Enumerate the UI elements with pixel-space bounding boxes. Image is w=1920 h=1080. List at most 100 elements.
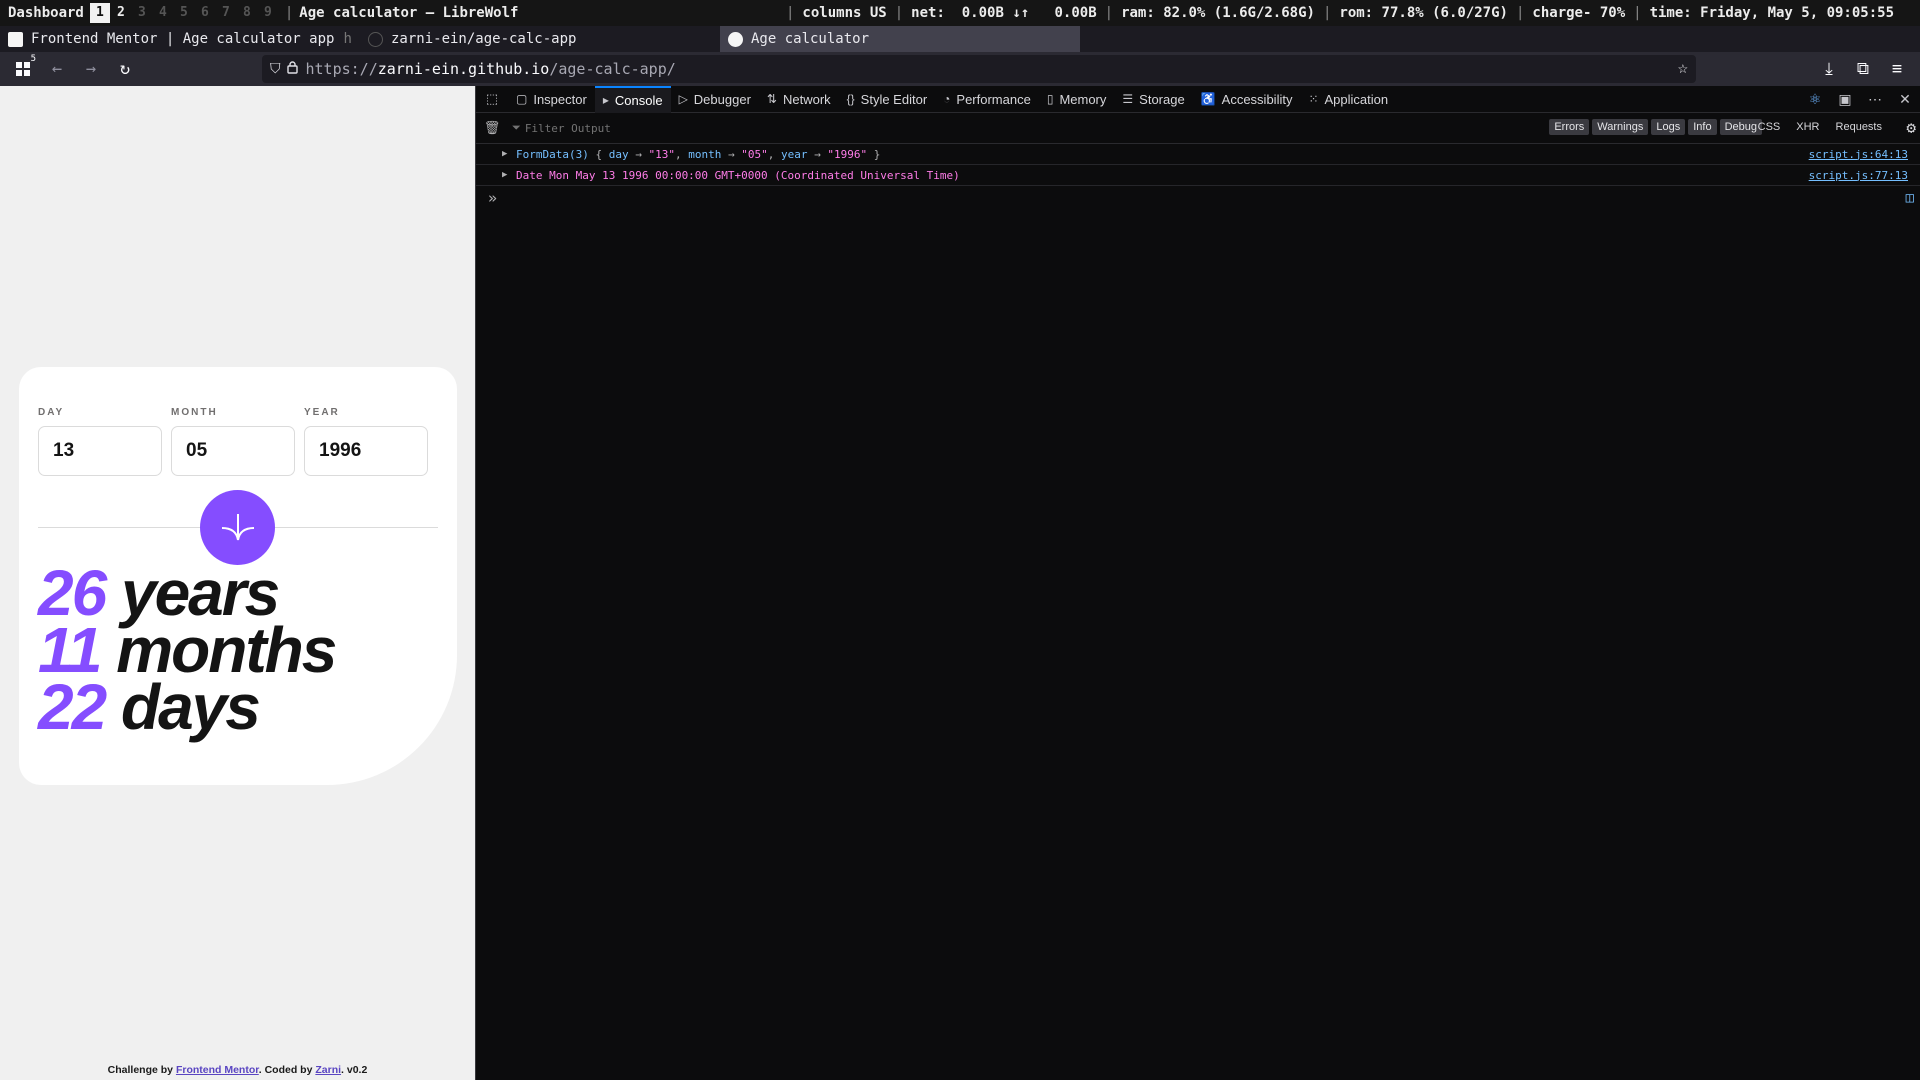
url-bar[interactable]: ⛉ https://zarni-ein.github.io/age-calc-a… [262, 55, 1696, 83]
tab-title: Frontend Mentor | Age calculator app [31, 31, 335, 47]
level-info[interactable]: Info [1688, 119, 1717, 135]
inspector-icon: ▢ [516, 92, 528, 106]
separator: | [284, 5, 294, 21]
downloads-button[interactable]: ⤓ [1812, 52, 1846, 86]
tab-frontend-mentor[interactable]: Frontend Mentor | Age calculator app h [0, 26, 360, 52]
level-warnings[interactable]: Warnings [1592, 119, 1649, 135]
clock: time: Friday, May 5, 09:05:55 [1649, 5, 1894, 21]
filter-xhr[interactable]: XHR [1796, 121, 1819, 133]
console-message[interactable]: ▶ FormData(3) { day → "13", month → "05"… [476, 144, 1920, 165]
system-status-bar: Dashboard 1 2 3 4 5 6 7 8 9 | Age calcul… [0, 0, 1920, 26]
responsive-mode-button[interactable]: ⚛ [1800, 86, 1830, 113]
day-input[interactable]: 13 [38, 426, 162, 476]
dashboard-label[interactable]: Dashboard [0, 5, 90, 21]
url-host: zarni-ein.github.io [377, 60, 550, 78]
month-input[interactable]: 05 [171, 426, 295, 476]
workspace-1[interactable]: 1 [89, 3, 110, 23]
menu-button[interactable]: ≡ [1880, 52, 1914, 86]
more-options-button[interactable]: ⋯ [1860, 86, 1890, 113]
battery-status: charge- 70% [1532, 5, 1626, 21]
devtools-panel: ⬚ ▢ Inspector ▸ Console ▷ Debugger ⇅ Network… [475, 85, 1920, 1080]
forward-button[interactable]: → [74, 52, 108, 86]
download-icon: ⤓ [1825, 59, 1833, 79]
year-field: YEAR 1996 [304, 407, 428, 476]
console-message[interactable]: ▶ Date Mon May 13 1996 00:00:00 GMT+0000… [476, 165, 1920, 186]
tab-debugger[interactable]: ▷ Debugger [671, 86, 759, 113]
dock-button[interactable]: ▣ [1830, 86, 1860, 113]
source-link[interactable]: script.js:77:13 [1809, 169, 1908, 182]
tab-title: zarni-ein/age-calc-app [391, 31, 577, 47]
tab-memory[interactable]: ▯ Memory [1039, 86, 1115, 113]
workspace-switcher: 1 2 3 4 5 6 7 8 9 [89, 3, 279, 23]
tab-application[interactable]: ⁙ Application [1300, 86, 1396, 113]
workspace-8[interactable]: 8 [237, 3, 257, 23]
shield-icon[interactable]: ⛉ [270, 61, 281, 77]
close-devtools-button[interactable]: ✕ [1890, 86, 1920, 113]
bookmark-star-icon[interactable]: ☆ [1678, 58, 1688, 78]
workspace-2[interactable]: 2 [111, 3, 131, 23]
status-indicators: | columns US | net: 0.00B ↓↑ 0.00B | ram… [786, 0, 1902, 26]
arrow-down-icon [221, 513, 254, 540]
year-input[interactable]: 1996 [304, 426, 428, 476]
tab-style-editor[interactable]: {} Style Editor [839, 86, 936, 113]
console-input[interactable]: » ◫ [476, 186, 1920, 210]
workspace-3[interactable]: 3 [132, 3, 152, 23]
gear-icon: ⚙ [1906, 118, 1916, 137]
workspace-9[interactable]: 9 [258, 3, 278, 23]
level-logs[interactable]: Logs [1651, 119, 1686, 135]
back-button[interactable]: ← [40, 52, 74, 86]
toolbar-right: ⤓ ⧉ ≡ [1812, 52, 1914, 86]
year-label: YEAR [304, 407, 340, 418]
tab-network[interactable]: ⇅ Network [759, 86, 839, 113]
tab-console[interactable]: ▸ Console [594, 85, 671, 113]
ram-status: ram: 82.0% (1.6G/2.68G) [1121, 5, 1315, 21]
hamburger-icon: ≡ [1891, 59, 1903, 79]
log-level-toggles: Errors Warnings Logs Info Debug [1549, 119, 1762, 135]
clear-console-button[interactable]: 🗑 [476, 121, 508, 136]
extensions-button[interactable]: ⧉ [1846, 52, 1880, 86]
grid-icon [16, 62, 30, 76]
browser-tab-strip: Frontend Mentor | Age calculator app h z… [0, 26, 1920, 52]
navigation-toolbar: 5 ← → ↻ ⛉ https://zarni-ein.github.io/ag… [0, 52, 1920, 86]
reload-button[interactable]: ↻ [108, 52, 142, 86]
frontend-mentor-link[interactable]: Frontend Mentor [176, 1064, 259, 1076]
days-value: 22 [38, 671, 107, 743]
workspace-6[interactable]: 6 [195, 3, 215, 23]
source-link[interactable]: script.js:64:13 [1809, 148, 1908, 161]
expand-triangle-icon[interactable]: ▶ [502, 149, 507, 159]
tab-github-repo[interactable]: zarni-ein/age-calc-app [360, 26, 720, 52]
tab-performance[interactable]: ◔ Performance [935, 86, 1039, 113]
workspace-4[interactable]: 4 [153, 3, 173, 23]
tab-age-calculator[interactable]: Age calculator [720, 26, 1080, 52]
calculate-button[interactable] [200, 490, 275, 565]
date-input-row: DAY 13 MONTH 05 YEAR 1996 [38, 407, 428, 476]
expand-triangle-icon[interactable]: ▶ [502, 170, 507, 180]
lock-icon[interactable] [286, 60, 298, 78]
console-filter-bar: 🗑 ⏷ Filter Output Errors Warnings Logs In… [476, 113, 1920, 144]
filter-css[interactable]: CSS [1758, 121, 1781, 133]
formdata-log: FormData(3) { day → "13", month → "05", … [516, 147, 881, 161]
filter-requests[interactable]: Requests [1836, 121, 1882, 133]
days-unit: days [120, 671, 261, 743]
author-link[interactable]: Zarni [315, 1064, 341, 1076]
tab-accessibility[interactable]: ♿ Accessibility [1193, 86, 1301, 113]
url-scheme: https:// [305, 60, 378, 78]
editor-mode-icon[interactable]: ◫ [1906, 190, 1914, 206]
dock-icon: ▣ [1838, 91, 1852, 107]
level-debug[interactable]: Debug [1719, 119, 1762, 135]
date-log: Date Mon May 13 1996 00:00:00 GMT+0000 (… [516, 168, 960, 182]
age-calculator-card: DAY 13 MONTH 05 YEAR 1996 26 years 11 mo… [19, 367, 457, 785]
tab-storage[interactable]: ☰ Storage [1114, 86, 1192, 113]
picker-icon: ⬚ [485, 91, 499, 106]
level-errors[interactable]: Errors [1549, 119, 1590, 135]
keyboard-layout: columns US [802, 5, 887, 21]
workspace-7[interactable]: 7 [216, 3, 236, 23]
github-icon [368, 31, 383, 47]
workspace-5[interactable]: 5 [174, 3, 194, 23]
tab-inspector[interactable]: ▢ Inspector [508, 86, 595, 113]
console-settings-button[interactable]: ⚙ [1906, 118, 1916, 137]
page-viewport: DAY 13 MONTH 05 YEAR 1996 26 years 11 mo… [0, 86, 475, 1080]
filter-output-input[interactable]: ⏷ Filter Output [512, 121, 611, 135]
sidebar-tabs-button[interactable]: 5 [6, 52, 40, 86]
element-picker-button[interactable]: ⬚ [476, 86, 508, 113]
